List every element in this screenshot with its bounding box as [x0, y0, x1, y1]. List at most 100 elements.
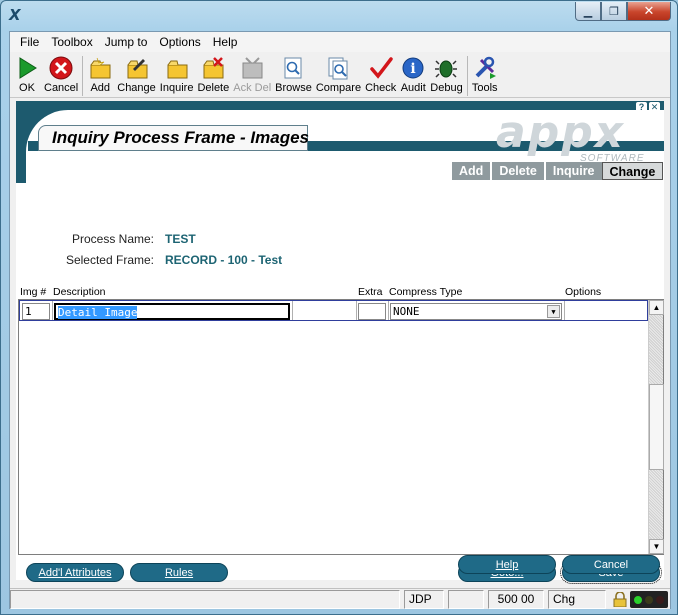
client-area: File Toolbox Jump to Options Help OK Can… [9, 31, 671, 609]
help-button[interactable]: Help [458, 555, 556, 574]
toolbar-cancel-button[interactable]: Cancel [42, 53, 80, 97]
audit-icon: i [400, 55, 426, 81]
column-header-compress-type: Compress Type [389, 286, 463, 298]
addl-attributes-button[interactable]: Add'l Attributes [26, 563, 124, 582]
menu-file[interactable]: File [14, 32, 45, 52]
toolbar-label: Ack Del [233, 82, 272, 94]
toolbar: OK Cancel Add Change Inquire Delete Ack … [10, 53, 670, 98]
process-frame: Inquiry Process Frame - Images appx SOFT… [16, 101, 664, 584]
minimize-button[interactable]: ▁ [575, 2, 601, 21]
menu-help[interactable]: Help [207, 32, 244, 52]
application-window: X ▁ ❐ ✕ File Toolbox Jump to Options Hel… [0, 0, 678, 615]
frame-header: Inquiry Process Frame - Images appx SOFT… [16, 101, 664, 183]
debug-icon [433, 55, 459, 81]
cell-divider [564, 301, 565, 320]
yellow-light-icon [644, 595, 653, 604]
selected-frame-value: RECORD - 100 - Test [165, 253, 283, 267]
inquire-icon [164, 55, 190, 81]
rules-button[interactable]: Rules [130, 563, 228, 582]
rules-label: Rules [164, 567, 194, 579]
scroll-up-button[interactable]: ▲ [649, 300, 664, 315]
close-window-button[interactable]: ✕ [627, 2, 671, 21]
description-field[interactable]: Detail Image [54, 303, 290, 320]
toolbar-debug-button[interactable]: Debug [428, 53, 464, 97]
appx-logo: appx [496, 107, 626, 158]
cancel-icon [48, 55, 74, 81]
toolbar-label: OK [19, 82, 35, 94]
menu-bar: File Toolbox Jump to Options Help [10, 32, 670, 52]
maximize-button[interactable]: ❐ [601, 2, 627, 21]
menu-options[interactable]: Options [153, 32, 206, 52]
window-controls: ▁ ❐ ✕ [575, 2, 671, 21]
close-icon[interactable]: ✕ [649, 102, 660, 113]
toolbar-label: Delete [197, 82, 230, 94]
toolbar-audit-button[interactable]: i Audit [398, 53, 428, 97]
grid-scrollbar[interactable]: ▲ ▼ [648, 300, 664, 554]
toolbar-compare-button[interactable]: Compare [314, 53, 363, 97]
toolbar-ack-del-button[interactable]: Ack Del [231, 53, 273, 97]
description-text: Detail Image [58, 306, 138, 319]
check-icon [368, 55, 394, 81]
selected-frame-label: Selected Frame: [65, 253, 154, 267]
scroll-down-button[interactable]: ▼ [649, 539, 664, 554]
addl-attributes-label: Add'l Attributes [38, 567, 112, 579]
cell-divider [292, 301, 293, 320]
change-icon [124, 55, 150, 81]
mode-tab-change[interactable]: Change [601, 162, 664, 180]
toolbar-label: Cancel [44, 82, 79, 94]
process-name-label: Process Name: [71, 232, 154, 246]
compare-icon [325, 55, 351, 81]
chevron-down-icon[interactable]: ▼ [547, 305, 560, 318]
extra-field[interactable] [358, 303, 386, 320]
title-bar[interactable]: X ▁ ❐ ✕ [1, 1, 677, 31]
tools-icon [472, 55, 498, 81]
toolbar-label: Check [365, 82, 397, 94]
compress-type-value: NONE [393, 305, 420, 318]
frame-controls: ? ✕ [636, 102, 660, 113]
toolbar-delete-button[interactable]: Delete [195, 53, 231, 97]
toolbar-label: Browse [275, 82, 312, 94]
toolbar-label: Compare [315, 82, 362, 94]
options-field[interactable] [566, 303, 646, 320]
cell-divider [52, 301, 53, 320]
cancel-label: Cancel [593, 559, 629, 571]
browse-icon [280, 55, 306, 81]
red-light-icon [655, 595, 664, 604]
column-header-description: Description [53, 286, 106, 298]
scroll-thumb[interactable] [649, 384, 664, 470]
column-header-options: Options [565, 286, 602, 298]
appx-app-icon: X [9, 6, 21, 24]
delete-icon [200, 55, 226, 81]
mode-tabs: Add Delete Inquire Change [450, 162, 664, 180]
add-icon [87, 55, 113, 81]
toolbar-ok-button[interactable]: OK [12, 53, 42, 97]
status-value: 500 00 [488, 590, 544, 609]
mode-tab-add[interactable]: Add [450, 162, 491, 180]
img-number-field[interactable]: 1 [22, 303, 50, 320]
help-icon[interactable]: ? [636, 102, 647, 113]
table-row[interactable]: 1 Detail Image NONE ▼ [19, 300, 648, 321]
ok-icon [14, 55, 40, 81]
toolbar-change-button[interactable]: Change [115, 53, 158, 97]
toolbar-check-button[interactable]: Check [363, 53, 398, 97]
menu-jump-to[interactable]: Jump to [99, 32, 154, 52]
mode-tab-inquire[interactable]: Inquire [543, 162, 602, 180]
toolbar-browse-button[interactable]: Browse [273, 53, 314, 97]
status-mode: Chg [548, 590, 606, 609]
toolbar-tools-button[interactable]: Tools [470, 53, 500, 97]
toolbar-label: Inquire [159, 82, 194, 94]
toolbar-add-button[interactable]: Add [85, 53, 115, 97]
cell-divider [356, 301, 357, 320]
column-header-extra: Extra [358, 286, 383, 298]
cancel-button[interactable]: Cancel [562, 555, 660, 574]
toolbar-label: Add [90, 82, 111, 94]
compress-type-select[interactable]: NONE ▼ [390, 303, 562, 320]
images-grid: 1 Detail Image NONE ▼ ▲ ▼ [18, 299, 664, 555]
toolbar-inquire-button[interactable]: Inquire [158, 53, 196, 97]
menu-toolbox[interactable]: Toolbox [45, 32, 98, 52]
toolbar-separator [82, 56, 84, 96]
toolbar-label: Audit [400, 82, 426, 94]
svg-text:i: i [411, 61, 416, 77]
mode-tab-delete[interactable]: Delete [490, 162, 544, 180]
status-user: JDP [404, 590, 444, 609]
